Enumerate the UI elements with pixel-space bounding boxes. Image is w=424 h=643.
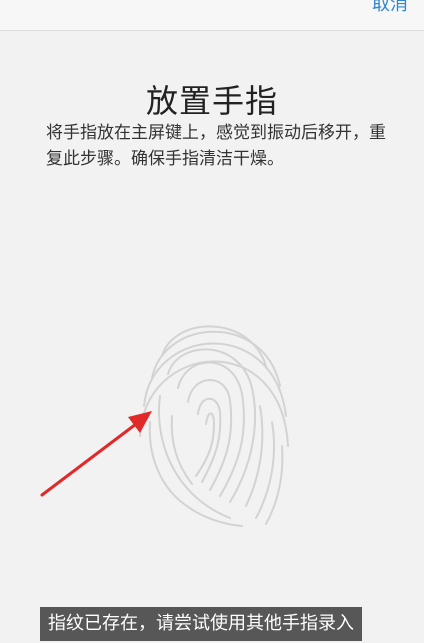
instruction-text: 将手指放在主屏键上，感觉到振动后移开，重复此步骤。确保手指清洁干燥。 xyxy=(46,123,386,169)
arrow-icon xyxy=(40,411,152,497)
page-title: 放置手指 xyxy=(145,82,278,120)
top-bar: 取消 xyxy=(0,0,424,31)
cancel-button[interactable]: 取消 xyxy=(372,0,408,18)
fingerprint-icon xyxy=(139,325,289,527)
error-toast: 指纹已存在，请尝试使用其他手指录入 xyxy=(40,607,362,641)
